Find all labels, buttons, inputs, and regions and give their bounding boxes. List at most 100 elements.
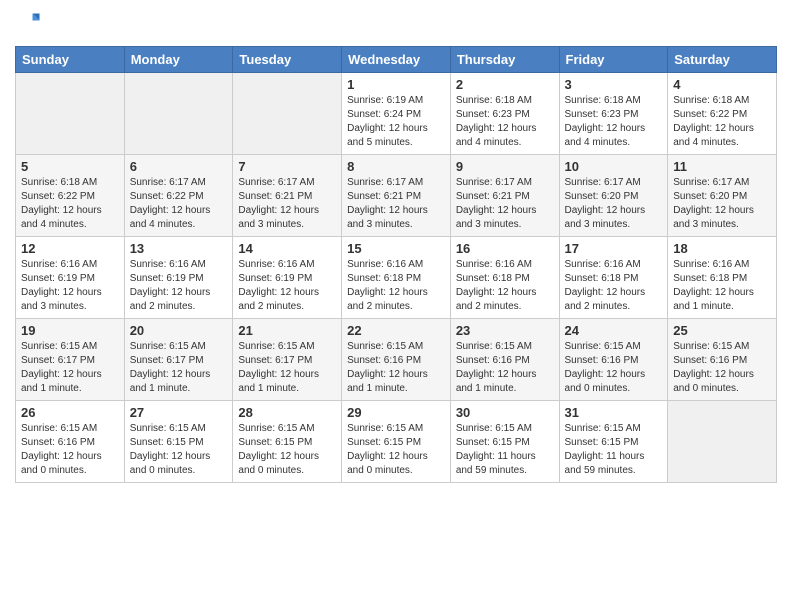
calendar-cell [668, 401, 777, 483]
calendar-table: SundayMondayTuesdayWednesdayThursdayFrid… [15, 46, 777, 483]
calendar-cell: 21 Sunrise: 6:15 AM Sunset: 6:17 PM Dayli… [233, 319, 342, 401]
calendar-cell: 26Sunrise: 6:15 AM Sunset: 6:16 PM Dayli… [16, 401, 125, 483]
day-number: 3 [565, 77, 663, 92]
logo-icon [15, 10, 43, 38]
day-info: Sunrise: 6:18 AM Sunset: 6:22 PM Dayligh… [673, 94, 771, 150]
day-info: Sunrise: 6:17 AM Sunset: 6:22 PM Dayligh… [130, 176, 228, 232]
calendar-cell: 3 Sunrise: 6:18 AM Sunset: 6:23 PM Daylig… [559, 73, 668, 155]
day-info: Sunrise: 6:16 AM Sunset: 6:19 PM Dayligh… [21, 258, 119, 314]
calendar-cell: 22Sunrise: 6:15 AM Sunset: 6:16 PM Dayli… [342, 319, 451, 401]
day-info: Sunrise: 6:15 AM Sunset: 6:16 PM Dayligh… [456, 340, 554, 396]
day-info: Sunrise: 6:15 AM Sunset: 6:15 PM Dayligh… [238, 422, 336, 478]
calendar-cell: 30 Sunrise: 6:15 AM Sunset: 6:15 PM Dayli… [450, 401, 559, 483]
calendar-cell: 11 Sunrise: 6:17 AM Sunset: 6:20 PM Dayli… [668, 155, 777, 237]
calendar-cell: 7Sunrise: 6:17 AM Sunset: 6:21 PM Daylig… [233, 155, 342, 237]
calendar-cell: 16 Sunrise: 6:16 AM Sunset: 6:18 PM Dayli… [450, 237, 559, 319]
day-number: 17 [565, 241, 663, 256]
day-info: Sunrise: 6:17 AM Sunset: 6:21 PM Dayligh… [456, 176, 554, 232]
calendar-cell [124, 73, 233, 155]
calendar-cell: 24 Sunrise: 6:15 AM Sunset: 6:16 PM Dayli… [559, 319, 668, 401]
day-info: Sunrise: 6:16 AM Sunset: 6:19 PM Dayligh… [238, 258, 336, 314]
weekday-header-saturday: Saturday [668, 47, 777, 73]
week-row-2: 5 Sunrise: 6:18 AM Sunset: 6:22 PM Daylig… [16, 155, 777, 237]
calendar-cell: 28 Sunrise: 6:15 AM Sunset: 6:15 PM Dayli… [233, 401, 342, 483]
calendar-cell: 18 Sunrise: 6:16 AM Sunset: 6:18 PM Dayli… [668, 237, 777, 319]
day-number: 19 [21, 323, 119, 338]
calendar-cell: 27Sunrise: 6:15 AM Sunset: 6:15 PM Dayli… [124, 401, 233, 483]
calendar-cell: 15Sunrise: 6:16 AM Sunset: 6:18 PM Dayli… [342, 237, 451, 319]
day-info: Sunrise: 6:15 AM Sunset: 6:16 PM Dayligh… [673, 340, 771, 396]
calendar-cell: 31 Sunrise: 6:15 AM Sunset: 6:15 PM Dayli… [559, 401, 668, 483]
weekday-header-friday: Friday [559, 47, 668, 73]
day-number: 4 [673, 77, 771, 92]
day-number: 28 [238, 405, 336, 420]
day-number: 23 [456, 323, 554, 338]
calendar-cell: 13Sunrise: 6:16 AM Sunset: 6:19 PM Dayli… [124, 237, 233, 319]
day-number: 20 [130, 323, 228, 338]
day-info: Sunrise: 6:15 AM Sunset: 6:17 PM Dayligh… [238, 340, 336, 396]
day-info: Sunrise: 6:18 AM Sunset: 6:23 PM Dayligh… [565, 94, 663, 150]
day-info: Sunrise: 6:15 AM Sunset: 6:17 PM Dayligh… [130, 340, 228, 396]
day-number: 27 [130, 405, 228, 420]
day-info: Sunrise: 6:17 AM Sunset: 6:20 PM Dayligh… [565, 176, 663, 232]
calendar-cell: 1 Sunrise: 6:19 AM Sunset: 6:24 PM Daylig… [342, 73, 451, 155]
day-number: 6 [130, 159, 228, 174]
day-info: Sunrise: 6:15 AM Sunset: 6:15 PM Dayligh… [565, 422, 663, 478]
calendar-cell: 9Sunrise: 6:17 AM Sunset: 6:21 PM Daylig… [450, 155, 559, 237]
day-number: 1 [347, 77, 445, 92]
calendar-cell: 8Sunrise: 6:17 AM Sunset: 6:21 PM Daylig… [342, 155, 451, 237]
calendar-cell [16, 73, 125, 155]
week-row-3: 12 Sunrise: 6:16 AM Sunset: 6:19 PM Dayli… [16, 237, 777, 319]
day-info: Sunrise: 6:15 AM Sunset: 6:15 PM Dayligh… [347, 422, 445, 478]
day-number: 11 [673, 159, 771, 174]
day-number: 21 [238, 323, 336, 338]
day-number: 18 [673, 241, 771, 256]
day-number: 31 [565, 405, 663, 420]
day-number: 13 [130, 241, 228, 256]
day-info: Sunrise: 6:15 AM Sunset: 6:16 PM Dayligh… [21, 422, 119, 478]
day-info: Sunrise: 6:15 AM Sunset: 6:16 PM Dayligh… [347, 340, 445, 396]
weekday-header-tuesday: Tuesday [233, 47, 342, 73]
day-info: Sunrise: 6:17 AM Sunset: 6:20 PM Dayligh… [673, 176, 771, 232]
day-info: Sunrise: 6:15 AM Sunset: 6:17 PM Dayligh… [21, 340, 119, 396]
day-info: Sunrise: 6:15 AM Sunset: 6:16 PM Dayligh… [565, 340, 663, 396]
day-number: 8 [347, 159, 445, 174]
calendar-cell: 20 Sunrise: 6:15 AM Sunset: 6:17 PM Dayli… [124, 319, 233, 401]
weekday-header-row: SundayMondayTuesdayWednesdayThursdayFrid… [16, 47, 777, 73]
day-number: 14 [238, 241, 336, 256]
calendar-cell: 17 Sunrise: 6:16 AM Sunset: 6:18 PM Dayli… [559, 237, 668, 319]
day-number: 29 [347, 405, 445, 420]
week-row-1: 1 Sunrise: 6:19 AM Sunset: 6:24 PM Daylig… [16, 73, 777, 155]
calendar-cell: 10 Sunrise: 6:17 AM Sunset: 6:20 PM Dayli… [559, 155, 668, 237]
day-info: Sunrise: 6:16 AM Sunset: 6:18 PM Dayligh… [456, 258, 554, 314]
day-info: Sunrise: 6:17 AM Sunset: 6:21 PM Dayligh… [238, 176, 336, 232]
calendar-cell: 14 Sunrise: 6:16 AM Sunset: 6:19 PM Dayli… [233, 237, 342, 319]
day-number: 10 [565, 159, 663, 174]
header [15, 10, 777, 38]
day-number: 25 [673, 323, 771, 338]
day-info: Sunrise: 6:18 AM Sunset: 6:22 PM Dayligh… [21, 176, 119, 232]
day-number: 24 [565, 323, 663, 338]
day-number: 12 [21, 241, 119, 256]
page-container: SundayMondayTuesdayWednesdayThursdayFrid… [0, 0, 792, 612]
day-info: Sunrise: 6:16 AM Sunset: 6:18 PM Dayligh… [673, 258, 771, 314]
day-number: 30 [456, 405, 554, 420]
day-info: Sunrise: 6:15 AM Sunset: 6:15 PM Dayligh… [456, 422, 554, 478]
day-number: 2 [456, 77, 554, 92]
day-info: Sunrise: 6:16 AM Sunset: 6:18 PM Dayligh… [565, 258, 663, 314]
weekday-header-sunday: Sunday [16, 47, 125, 73]
calendar-cell: 19 Sunrise: 6:15 AM Sunset: 6:17 PM Dayli… [16, 319, 125, 401]
day-info: Sunrise: 6:19 AM Sunset: 6:24 PM Dayligh… [347, 94, 445, 150]
calendar-cell: 29 Sunrise: 6:15 AM Sunset: 6:15 PM Dayli… [342, 401, 451, 483]
calendar-cell: 4 Sunrise: 6:18 AM Sunset: 6:22 PM Daylig… [668, 73, 777, 155]
calendar-cell: 2Sunrise: 6:18 AM Sunset: 6:23 PM Daylig… [450, 73, 559, 155]
day-number: 16 [456, 241, 554, 256]
week-row-5: 26Sunrise: 6:15 AM Sunset: 6:16 PM Dayli… [16, 401, 777, 483]
day-number: 5 [21, 159, 119, 174]
weekday-header-monday: Monday [124, 47, 233, 73]
calendar-cell [233, 73, 342, 155]
week-row-4: 19 Sunrise: 6:15 AM Sunset: 6:17 PM Dayli… [16, 319, 777, 401]
weekday-header-wednesday: Wednesday [342, 47, 451, 73]
calendar-cell: 23 Sunrise: 6:15 AM Sunset: 6:16 PM Dayli… [450, 319, 559, 401]
calendar-cell: 5 Sunrise: 6:18 AM Sunset: 6:22 PM Daylig… [16, 155, 125, 237]
